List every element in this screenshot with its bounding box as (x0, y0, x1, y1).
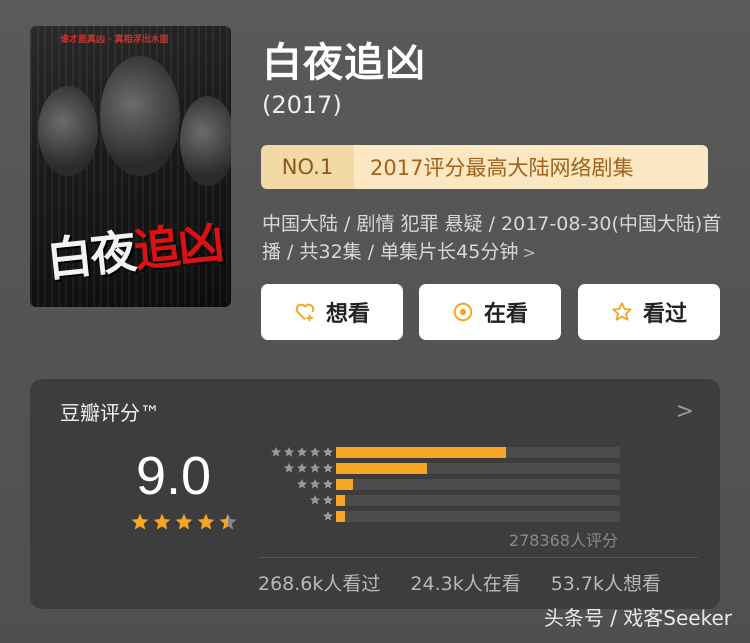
want-to-watch-button[interactable]: 想看 (261, 284, 403, 340)
rating-row-1-star (256, 509, 626, 523)
poster-face-center (100, 56, 180, 176)
rating-card[interactable]: 豆瓣评分™ > 9.0 278368人评分 268.6k人看过 24.3k人在看… (30, 379, 720, 609)
want-to-watch-label: 想看 (325, 302, 370, 327)
rating-bar-fill (336, 463, 427, 474)
small-star-icon (323, 495, 333, 505)
rating-row-2-star (256, 493, 626, 507)
target-icon (453, 302, 473, 322)
poster-title-part2: 追凶 (131, 214, 225, 278)
watched-button[interactable]: 看过 (578, 284, 720, 340)
heart-plus-icon (295, 303, 315, 322)
poster-tagline: 谁才是真凶 · 真相浮出水面 (60, 35, 169, 45)
small-star-icon (323, 447, 333, 457)
small-star-icon (297, 479, 307, 489)
rating-bar-fill (336, 495, 345, 506)
rank-badge-description: 2017评分最高大陆网络剧集 (354, 145, 708, 189)
divider (258, 557, 698, 558)
small-star-icon (310, 447, 320, 457)
want-count: 53.7k人想看 (550, 573, 662, 595)
show-meta[interactable]: 中国大陆 / 剧情 犯罪 悬疑 / 2017-08-30(中国大陆)首播 / 共… (262, 210, 722, 267)
rating-row-stars (270, 446, 334, 458)
rating-bar-fill (336, 447, 507, 458)
rating-bar-track (336, 495, 620, 506)
small-star-icon (310, 463, 320, 473)
poster-face-left (38, 86, 98, 176)
watching-count: 24.3k人在看 (410, 573, 521, 595)
rating-score: 9.0 (136, 446, 212, 506)
rating-bar-fill (336, 511, 345, 522)
rating-row-stars (322, 510, 334, 522)
show-year: (2017) (262, 91, 342, 119)
rating-row-5-star (256, 445, 626, 459)
rating-row-3-star (256, 477, 626, 491)
small-star-icon (297, 463, 307, 473)
small-star-icon (271, 447, 281, 457)
small-star-icon (284, 463, 294, 473)
watched-label: 看过 (642, 302, 687, 327)
rating-count: 278368人评分 (508, 531, 618, 550)
star-outline-icon (612, 302, 632, 321)
rating-stars (130, 512, 238, 532)
rating-bar-track (336, 479, 620, 490)
rating-card-title: 豆瓣评分™ (60, 401, 160, 425)
small-star-icon (323, 511, 333, 521)
score-star-icon (197, 513, 215, 530)
rank-badge-number: NO.1 (261, 145, 354, 189)
small-star-icon (310, 479, 320, 489)
chevron-right-icon: > (522, 243, 536, 262)
watching-button[interactable]: 在看 (419, 284, 561, 340)
rating-bar-track (336, 447, 620, 458)
watermark: 头条号 / 戏客Seeker (543, 606, 732, 630)
rank-badge[interactable]: NO.1 2017评分最高大陆网络剧集 (261, 145, 708, 189)
poster-image[interactable]: 谁才是真凶 · 真相浮出水面 白夜追凶 (30, 26, 231, 307)
poster-title-part1: 白夜 (43, 224, 138, 288)
small-star-icon (310, 495, 320, 505)
rating-bar-fill (336, 479, 354, 490)
watched-count: 268.6k人看过 (258, 573, 381, 595)
rating-row-stars (309, 494, 334, 506)
rating-row-4-star (256, 461, 626, 475)
score-star-icon (131, 513, 149, 530)
chevron-right-icon[interactable]: > (676, 399, 694, 424)
small-star-icon (323, 463, 333, 473)
poster-face-right (180, 96, 231, 186)
rating-bar-track (336, 511, 620, 522)
small-star-icon (297, 447, 307, 457)
score-star-icon (175, 513, 193, 530)
watch-stats: 268.6k人看过 24.3k人在看 53.7k人想看 (258, 569, 661, 596)
score-star-icon (219, 513, 237, 530)
small-star-icon (284, 447, 294, 457)
show-meta-text: 中国大陆 / 剧情 犯罪 悬疑 / 2017-08-30(中国大陆)首播 / 共… (262, 213, 722, 263)
rating-row-stars (283, 462, 334, 474)
rating-bar-track (336, 463, 620, 474)
watching-label: 在看 (483, 302, 528, 327)
small-star-icon (323, 479, 333, 489)
show-title: 白夜追凶 (262, 40, 426, 86)
rating-row-stars (296, 478, 334, 490)
score-star-icon (153, 513, 171, 530)
